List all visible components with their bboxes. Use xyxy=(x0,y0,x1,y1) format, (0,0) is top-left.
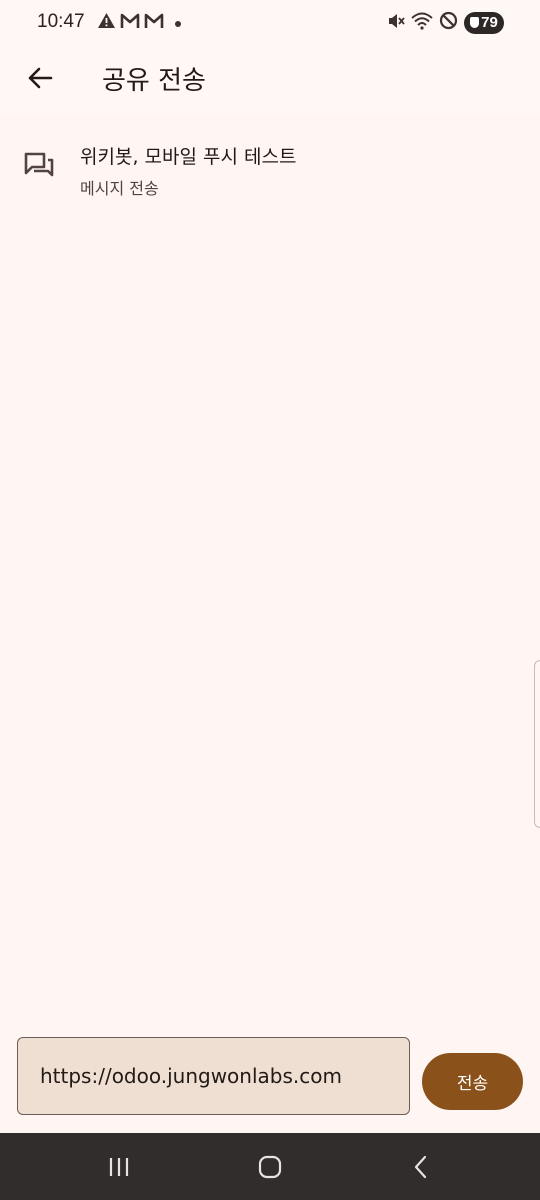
recent-apps-icon xyxy=(109,1158,129,1176)
edge-panel-handle[interactable] xyxy=(534,660,540,828)
recent-apps-button[interactable] xyxy=(103,1151,135,1183)
gmail-icon xyxy=(144,13,164,33)
back-icon xyxy=(414,1155,427,1179)
gmail-icon xyxy=(120,13,140,33)
dot-icon xyxy=(174,13,182,32)
home-button[interactable] xyxy=(254,1151,286,1183)
list-item[interactable]: 위키봇, 모바일 푸시 테스트 메시지 전송 xyxy=(0,130,540,206)
arrow-left-icon xyxy=(28,67,53,89)
home-icon xyxy=(258,1155,282,1179)
battery-icon: 79 xyxy=(464,11,504,34)
send-button[interactable]: 전송 xyxy=(422,1053,523,1110)
system-icons: 79 xyxy=(387,11,504,34)
battery-level: 79 xyxy=(481,14,498,31)
do-not-disturb-icon xyxy=(439,11,458,34)
page-title: 공유 전송 xyxy=(102,66,206,96)
app-bar: 공유 전송 xyxy=(0,46,540,114)
status-bar: 10:47 79 xyxy=(0,0,540,46)
item-title: 위키봇, 모바일 푸시 테스트 xyxy=(80,146,297,168)
url-input[interactable] xyxy=(17,1037,410,1115)
mute-icon xyxy=(387,12,405,34)
item-subtitle: 메시지 전송 xyxy=(80,179,159,198)
navigation-bar xyxy=(0,1133,540,1200)
nav-back-button[interactable] xyxy=(405,1151,437,1183)
shield-icon xyxy=(470,17,480,28)
notification-icons xyxy=(97,12,182,33)
chat-bubbles-icon xyxy=(24,152,54,182)
back-button[interactable] xyxy=(20,58,60,98)
status-time: 10:47 xyxy=(37,11,85,32)
warning-icon xyxy=(97,12,116,33)
wifi-icon xyxy=(411,12,433,34)
